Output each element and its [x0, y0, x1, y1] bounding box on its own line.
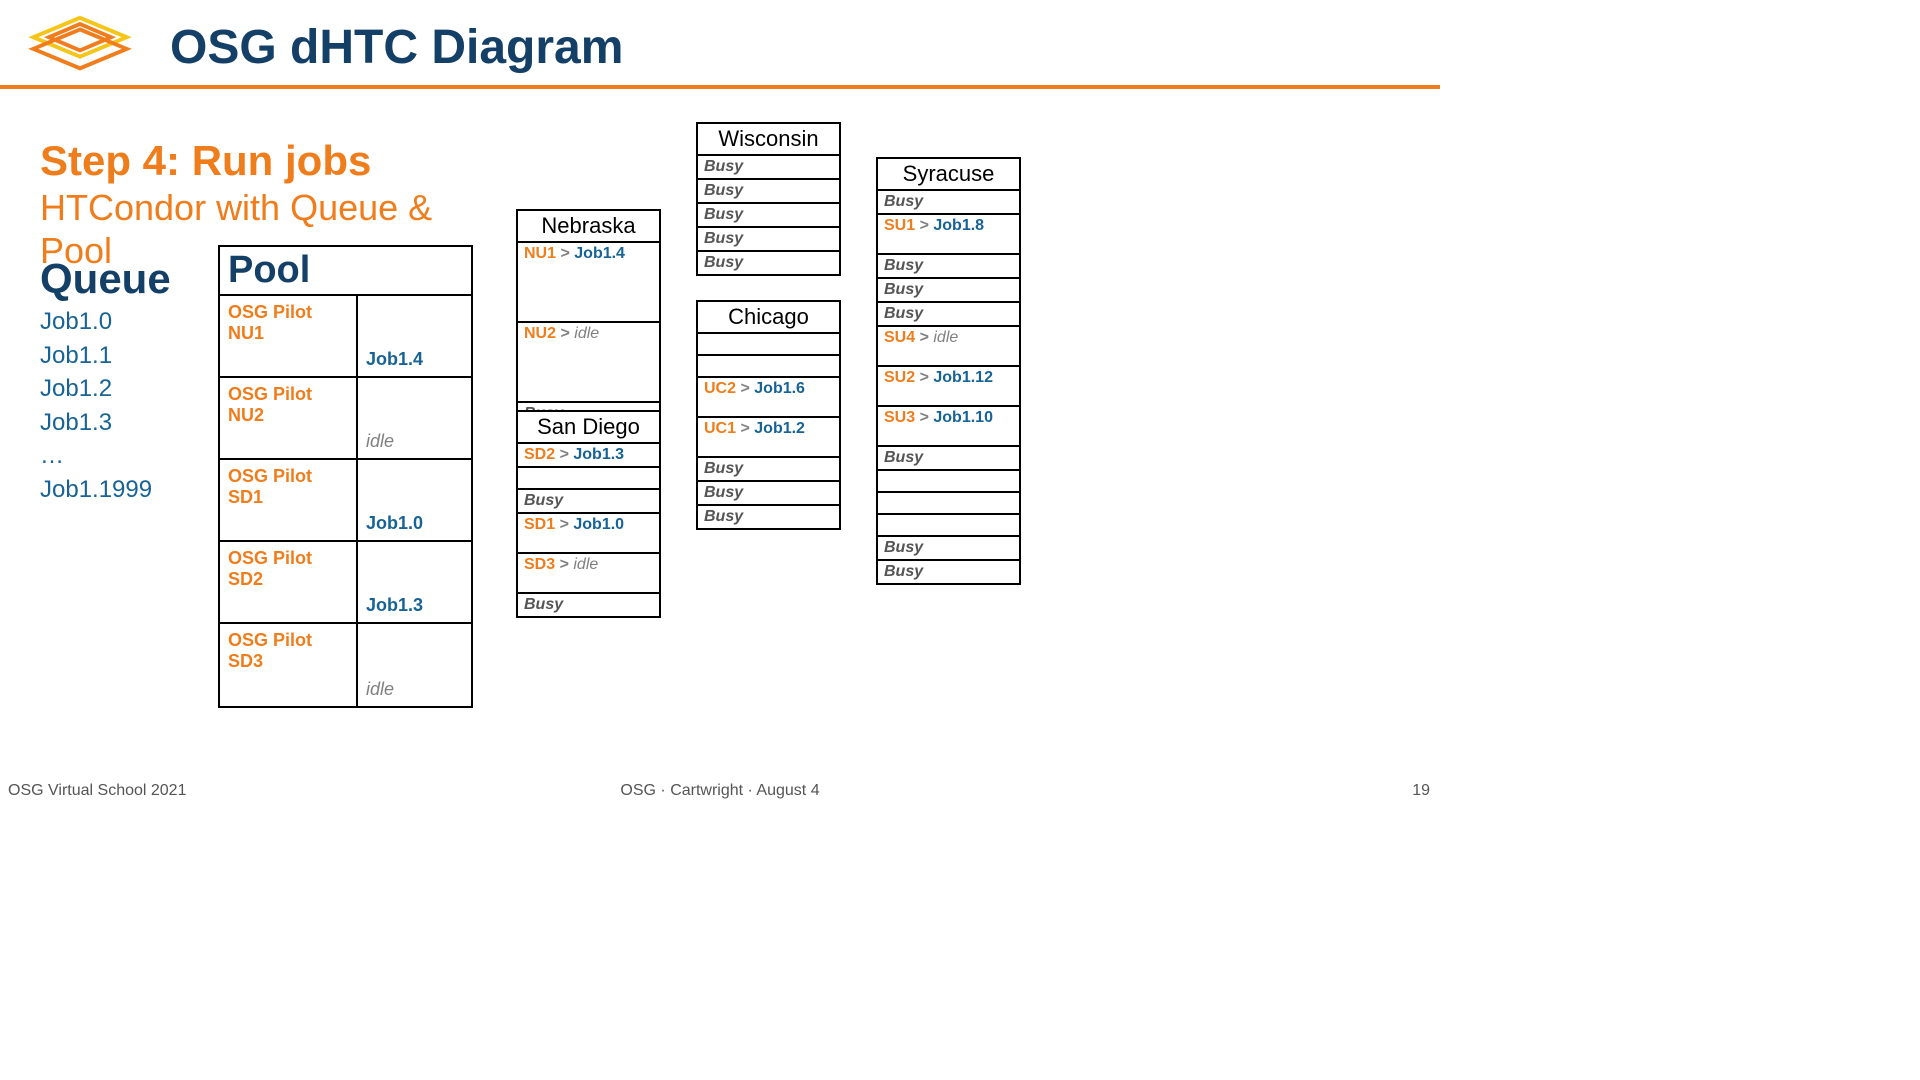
queue-list: Job1.0Job1.1Job1.2Job1.3…Job1.1999	[40, 305, 152, 507]
site-slot: NU2 > idle	[518, 323, 659, 403]
queue-item: Job1.0	[40, 305, 152, 339]
pool-box: Pool OSG Pilot NU1Job1.4OSG Pilot NU2idl…	[218, 245, 473, 708]
pool-job: idle	[358, 378, 471, 458]
site-header: Nebraska	[518, 211, 659, 243]
site-slot: SD1 > Job1.0	[518, 514, 659, 554]
pool-row: OSG Pilot SD3idle	[220, 624, 471, 706]
pool-row: OSG Pilot SD1Job1.0	[220, 460, 471, 542]
site-slot: Busy	[878, 191, 1019, 215]
site-slot	[698, 356, 839, 378]
site-slot: SD3 > idle	[518, 554, 659, 594]
queue-item: Job1.3	[40, 406, 152, 440]
site-slot: Busy	[878, 447, 1019, 471]
site-header: San Diego	[518, 412, 659, 444]
pool-row: OSG Pilot NU2idle	[220, 378, 471, 460]
site-slot: SU1 > Job1.8	[878, 215, 1019, 255]
site-slot: Busy	[878, 303, 1019, 327]
pool-job: Job1.3	[358, 542, 471, 622]
queue-item: Job1.1	[40, 339, 152, 373]
page-title: OSG dHTC Diagram	[170, 20, 623, 75]
site-slot	[698, 334, 839, 356]
site-header: Wisconsin	[698, 124, 839, 156]
site-slot: Busy	[878, 255, 1019, 279]
pool-pilot: OSG Pilot NU1	[220, 296, 358, 376]
site-slot: Busy	[698, 204, 839, 228]
site-slot: NU1 > Job1.4	[518, 243, 659, 323]
pool-pilot: OSG Pilot SD1	[220, 460, 358, 540]
queue-item: Job1.1999	[40, 473, 152, 507]
site-slot: UC1 > Job1.2	[698, 418, 839, 458]
queue-item: Job1.2	[40, 372, 152, 406]
site-slot: Busy	[698, 506, 839, 528]
site-slot	[878, 493, 1019, 515]
pool-pilot: OSG Pilot SD2	[220, 542, 358, 622]
pool-row: OSG Pilot NU1Job1.4	[220, 296, 471, 378]
footer-center: OSG · Cartwright · August 4	[620, 782, 819, 800]
queue-heading: Queue	[40, 255, 171, 303]
site-slot: Busy	[698, 458, 839, 482]
pool-job: Job1.0	[358, 460, 471, 540]
osg-logo-icon	[10, 10, 150, 85]
pool-job: idle	[358, 624, 471, 706]
pool-row: OSG Pilot SD2Job1.3	[220, 542, 471, 624]
site-slot: UC2 > Job1.6	[698, 378, 839, 418]
site-slot: Busy	[698, 482, 839, 506]
site-wisconsin: WisconsinBusyBusyBusyBusyBusy	[696, 122, 841, 276]
site-slot: SU2 > Job1.12	[878, 367, 1019, 407]
site-slot	[878, 515, 1019, 537]
site-slot: Busy	[698, 180, 839, 204]
footer-left: OSG Virtual School 2021	[8, 782, 186, 800]
pool-heading: Pool	[220, 247, 471, 296]
step-heading: Step 4: Run jobs	[40, 137, 371, 185]
slide-header: OSG dHTC Diagram	[0, 0, 1440, 89]
site-slot: Busy	[698, 156, 839, 180]
site-slot: Busy	[878, 561, 1019, 583]
site-slot: Busy	[698, 252, 839, 274]
site-slot	[518, 468, 659, 490]
site-slot	[878, 471, 1019, 493]
site-slot: Busy	[518, 594, 659, 616]
site-slot: Busy	[878, 537, 1019, 561]
site-sandiego: San DiegoSD2 > Job1.3BusySD1 > Job1.0SD3…	[516, 410, 661, 618]
site-slot: Busy	[518, 490, 659, 514]
pool-job: Job1.4	[358, 296, 471, 376]
site-header: Syracuse	[878, 159, 1019, 191]
subtitle-line1: HTCondor with Queue &	[40, 187, 432, 229]
pool-pilot: OSG Pilot SD3	[220, 624, 358, 706]
site-slot: Busy	[878, 279, 1019, 303]
pool-pilot: OSG Pilot NU2	[220, 378, 358, 458]
site-header: Chicago	[698, 302, 839, 334]
page-number: 19	[1412, 782, 1430, 800]
site-slot: SU4 > idle	[878, 327, 1019, 367]
site-slot: SD2 > Job1.3	[518, 444, 659, 468]
queue-item: …	[40, 439, 152, 473]
site-slot: SU3 > Job1.10	[878, 407, 1019, 447]
site-syracuse: SyracuseBusySU1 > Job1.8BusyBusyBusySU4 …	[876, 157, 1021, 585]
site-slot: Busy	[698, 228, 839, 252]
site-chicago: ChicagoUC2 > Job1.6UC1 > Job1.2BusyBusyB…	[696, 300, 841, 530]
